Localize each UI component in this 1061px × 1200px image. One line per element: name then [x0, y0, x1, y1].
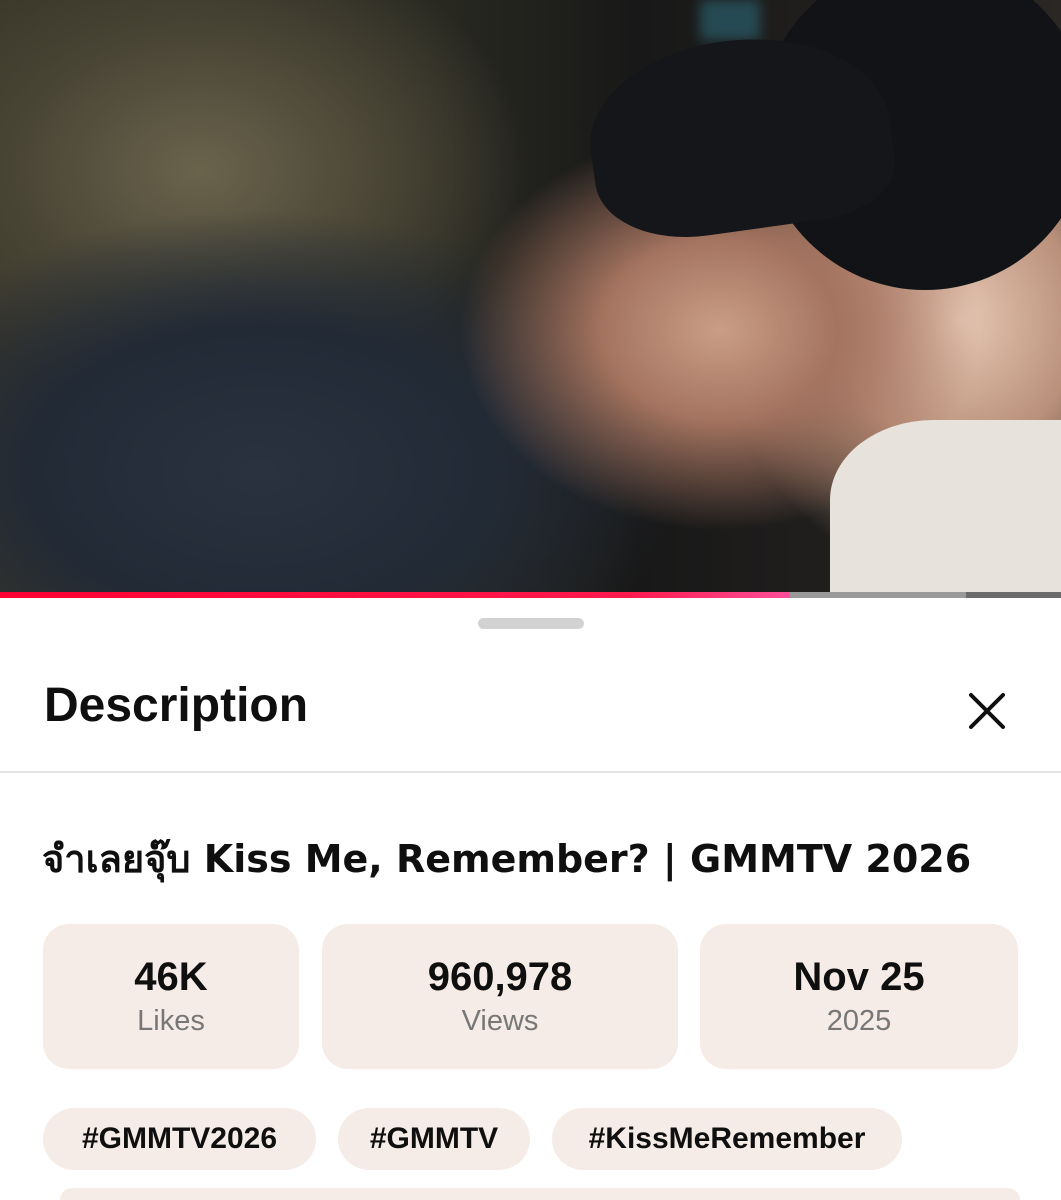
views-label: Views	[461, 1004, 539, 1037]
sheet-title: Description	[44, 679, 309, 732]
hashtag-chip[interactable]: #KissMeRemember	[552, 1108, 902, 1170]
likes-count: 46K	[134, 954, 208, 999]
stat-date: Nov 25 2025	[700, 924, 1018, 1069]
stat-likes: 46K Likes	[43, 924, 299, 1069]
upload-date: Nov 25	[793, 954, 925, 999]
video-frame-detail	[700, 0, 760, 40]
close-button[interactable]	[960, 684, 1014, 738]
upload-year: 2025	[826, 1004, 892, 1037]
close-icon	[969, 693, 1005, 729]
next-section-preview	[60, 1188, 1020, 1200]
header-divider	[0, 771, 1061, 773]
views-count: 960,978	[427, 954, 573, 999]
video-title: จำเลยจุ๊บ Kiss Me, Remember? | GMMTV 202…	[42, 837, 972, 881]
video-player[interactable]	[0, 0, 1061, 598]
likes-label: Likes	[137, 1004, 205, 1037]
hashtag-chip[interactable]: #GMMTV2026	[43, 1108, 316, 1170]
stat-views: 960,978 Views	[322, 924, 678, 1069]
video-frame-detail	[830, 420, 1061, 598]
drag-handle[interactable]	[478, 618, 584, 629]
hashtag-chip[interactable]: #GMMTV	[338, 1108, 530, 1170]
description-sheet: Description จำเลยจุ๊บ Kiss Me, Remember?…	[0, 598, 1061, 1200]
